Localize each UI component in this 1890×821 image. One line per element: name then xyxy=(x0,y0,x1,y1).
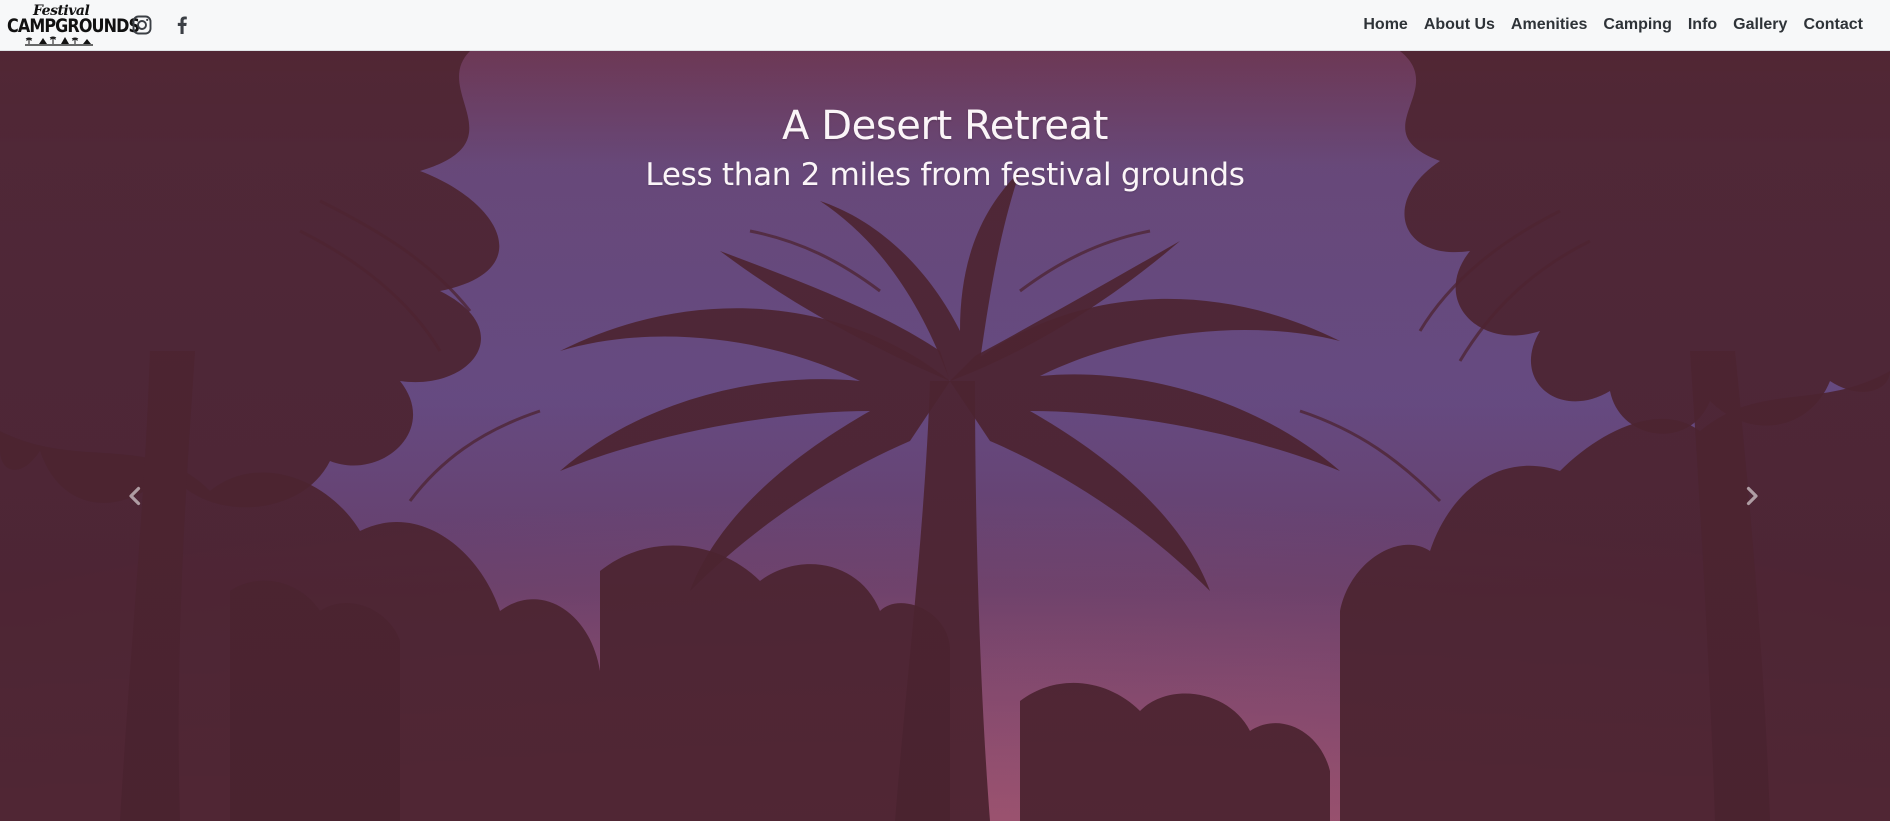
chevron-right-icon xyxy=(1746,486,1758,506)
navbar: Festival CAMPGROUNDS Home About Us Ameni… xyxy=(0,0,1890,51)
hero-carousel: A Desert Retreat Less than 2 miles from … xyxy=(0,51,1890,821)
main-nav: Home About Us Amenities Camping Info Gal… xyxy=(1355,0,1871,50)
instagram-icon xyxy=(132,15,152,35)
instagram-link[interactable] xyxy=(130,13,154,37)
carousel-next-button[interactable] xyxy=(1732,476,1772,516)
nav-home[interactable]: Home xyxy=(1355,0,1415,50)
facebook-link[interactable] xyxy=(170,13,194,37)
campground-silhouette-icon xyxy=(25,36,93,46)
brand-logo[interactable]: Festival CAMPGROUNDS xyxy=(7,3,140,47)
nav-amenities[interactable]: Amenities xyxy=(1503,0,1595,50)
hero-subtitle: Less than 2 miles from festival grounds xyxy=(645,157,1245,193)
brand-name-text: CAMPGROUNDS xyxy=(7,14,140,37)
nav-contact[interactable]: Contact xyxy=(1795,0,1871,50)
chevron-left-icon xyxy=(129,486,141,506)
facebook-icon xyxy=(177,16,187,34)
nav-camping[interactable]: Camping xyxy=(1595,0,1679,50)
carousel-prev-button[interactable] xyxy=(115,476,155,516)
nav-about-us[interactable]: About Us xyxy=(1416,0,1503,50)
nav-info[interactable]: Info xyxy=(1680,0,1725,50)
hero-title: A Desert Retreat xyxy=(781,103,1109,149)
nav-gallery[interactable]: Gallery xyxy=(1725,0,1795,50)
